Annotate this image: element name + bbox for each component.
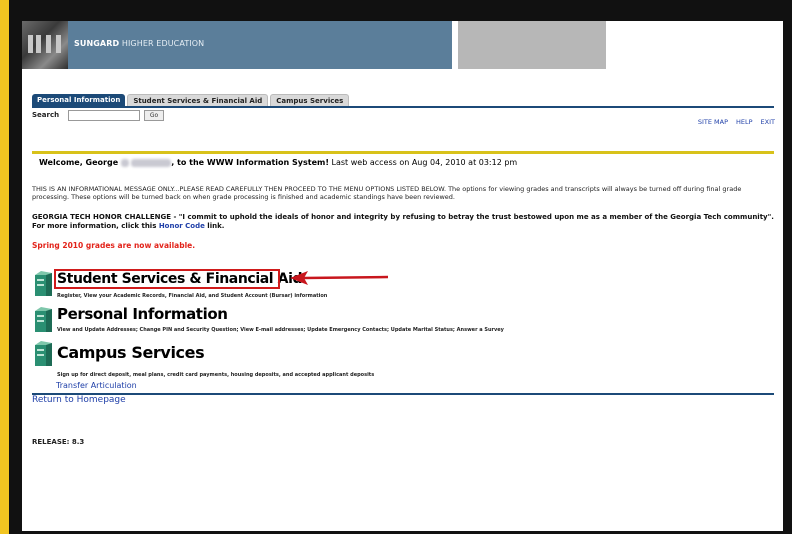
menu-campus-services[interactable]: Campus Services [57,343,205,362]
honor-challenge: GEORGIA TECH HONOR CHALLENGE - "I commit… [32,213,774,230]
site-map-link[interactable]: SITE MAP [698,118,728,126]
menu-student-services-desc: Register, View your Academic Records, Fi… [57,293,328,299]
tab-student-services[interactable]: Student Services & Financial Aid [127,94,269,106]
page: SUNGARD HIGHER EDUCATION Personal Inform… [22,21,783,531]
honor-text: GEORGIA TECH HONOR CHALLENGE - "I commit… [32,213,774,230]
exit-link[interactable]: EXIT [761,118,775,126]
info-message: THIS IS AN INFORMATIONAL MESSAGE ONLY...… [32,185,742,201]
search-input[interactable] [68,110,140,121]
tab-underline [32,106,774,108]
tab-personal-information[interactable]: Personal Information [32,94,126,106]
main-tabs: Personal Information Student Services & … [32,94,350,106]
brand-light: HIGHER EDUCATION [119,39,205,48]
go-button[interactable]: Go [144,110,164,121]
campus-building-image [22,21,68,69]
brand-bold: SUNGARD [74,39,120,48]
header-banner: SUNGARD HIGHER EDUCATION [22,21,452,69]
transfer-articulation-link[interactable]: Transfer Articulation [56,381,137,390]
top-links: SITE MAP HELP EXIT [698,118,775,126]
tab-campus-services[interactable]: Campus Services [270,94,350,106]
menu-personal-information-desc: View and Update Addresses; Change PIN an… [57,327,504,333]
last-access: Last web access on Aug 04, 2010 at 03:12… [328,158,518,167]
honor-after: link. [204,221,225,230]
return-homepage-link[interactable]: Return to Homepage [32,395,126,405]
bottom-divider [32,393,774,395]
redacted-surname [131,158,172,167]
help-link[interactable]: HELP [736,118,753,126]
arrow-left-icon [290,271,389,285]
welcome-middle: , to the WWW Information System! [171,158,329,167]
welcome-prefix: Welcome, George [39,158,119,167]
menu-personal-information[interactable]: Personal Information [57,305,228,323]
highlight-box [54,269,280,289]
header-secondary-panel [458,21,606,69]
book-stack-icon[interactable] [34,307,53,333]
grades-notice: Spring 2010 grades are now available. [32,241,196,250]
search-label: Search [32,111,60,119]
release-version: RELEASE: 8.3 [32,438,85,446]
redacted-name [120,158,129,167]
welcome-message: Welcome, George , to the WWW Information… [39,158,517,167]
honor-code-link[interactable]: Honor Code [159,222,205,230]
book-stack-icon[interactable] [34,271,53,297]
brand-logo: SUNGARD HIGHER EDUCATION [74,39,204,48]
book-stack-icon[interactable] [34,341,53,367]
gold-divider [32,151,774,154]
menu-campus-services-desc: Sign up for direct deposit, meal plans, … [57,372,375,378]
